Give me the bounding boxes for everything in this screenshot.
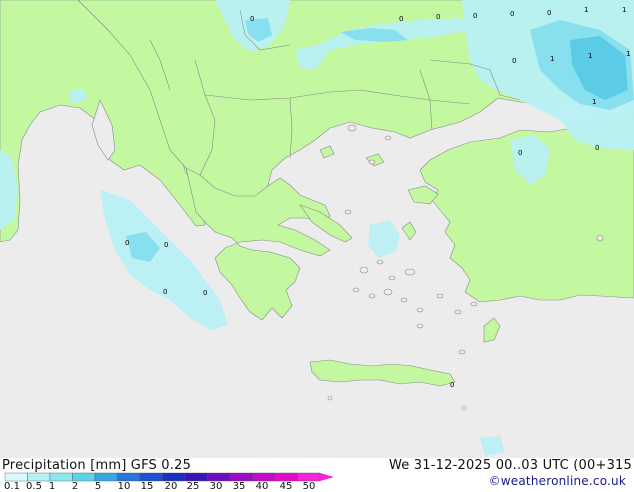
legend-swatch bbox=[94, 472, 118, 482]
precip-value-label: 1 bbox=[622, 6, 627, 14]
legend-label: 10 bbox=[117, 481, 131, 492]
precip-value-label: 1 bbox=[588, 52, 593, 60]
legend-label: 45 bbox=[279, 481, 293, 492]
legend-label: 25 bbox=[186, 481, 200, 492]
precip-value-label: 0 bbox=[250, 15, 255, 23]
precip-value-label: 0 bbox=[547, 9, 552, 17]
legend-swatch bbox=[297, 472, 321, 482]
legend-swatch bbox=[207, 472, 231, 482]
precip-value-label: 0 bbox=[512, 57, 517, 65]
precipitation-legend-bar bbox=[4, 472, 334, 482]
precip-labels: 0 0 0 0 0 0 1 1 0 1 1 1 1 0 0 0 0 0 0 0 bbox=[0, 0, 634, 458]
precip-value-label: 0 bbox=[163, 288, 168, 296]
legend-label: 0.5 bbox=[26, 481, 42, 492]
legend-label: 15 bbox=[140, 481, 154, 492]
precip-value-label: 0 bbox=[518, 149, 523, 157]
legend-swatch bbox=[184, 472, 208, 482]
valid-time: We 31-12-2025 00..03 UTC (00+315 bbox=[388, 458, 632, 473]
legend-label: 2 bbox=[71, 481, 79, 492]
legend-label: 30 bbox=[209, 481, 223, 492]
precip-value-label: 0 bbox=[595, 144, 600, 152]
legend-label: 40 bbox=[255, 481, 269, 492]
legend-label: 35 bbox=[232, 481, 246, 492]
legend-swatch bbox=[274, 472, 298, 482]
precip-value-label: 1 bbox=[550, 55, 555, 63]
legend-swatch bbox=[162, 472, 186, 482]
precip-value-label: 0 bbox=[125, 239, 130, 247]
credit-link[interactable]: ©weatheronline.co.uk bbox=[489, 474, 626, 488]
legend-swatch bbox=[117, 472, 141, 482]
legend-swatch bbox=[252, 472, 276, 482]
legend-swatch bbox=[139, 472, 163, 482]
precip-value-label: 0 bbox=[436, 13, 441, 21]
legend-swatch bbox=[4, 472, 28, 482]
precip-value-label: 0 bbox=[203, 289, 208, 297]
precip-value-label: 0 bbox=[473, 12, 478, 20]
legend-swatch bbox=[49, 472, 73, 482]
legend-swatch bbox=[229, 472, 253, 482]
legend-label: 0.1 bbox=[4, 481, 20, 492]
legend-label: 1 bbox=[48, 481, 56, 492]
legend-label: 50 bbox=[302, 481, 316, 492]
legend-arrow bbox=[320, 473, 334, 481]
precip-value-label: 1 bbox=[584, 6, 589, 14]
map-title: Precipitation [mm] GFS 0.25 bbox=[2, 458, 192, 473]
precip-value-label: 1 bbox=[592, 98, 597, 106]
precip-value-label: 0 bbox=[399, 15, 404, 23]
precip-value-label: 0 bbox=[164, 241, 169, 249]
legend-label: 5 bbox=[94, 481, 102, 492]
precip-value-label: 1 bbox=[626, 50, 631, 58]
legend-label: 20 bbox=[164, 481, 178, 492]
legend-swatch bbox=[27, 472, 51, 482]
legend-swatch bbox=[72, 472, 96, 482]
precip-value-label: 0 bbox=[450, 381, 455, 389]
precip-value-label: 0 bbox=[510, 10, 515, 18]
weather-map: 00000011011110000000 Precipitation [mm] … bbox=[0, 0, 634, 492]
